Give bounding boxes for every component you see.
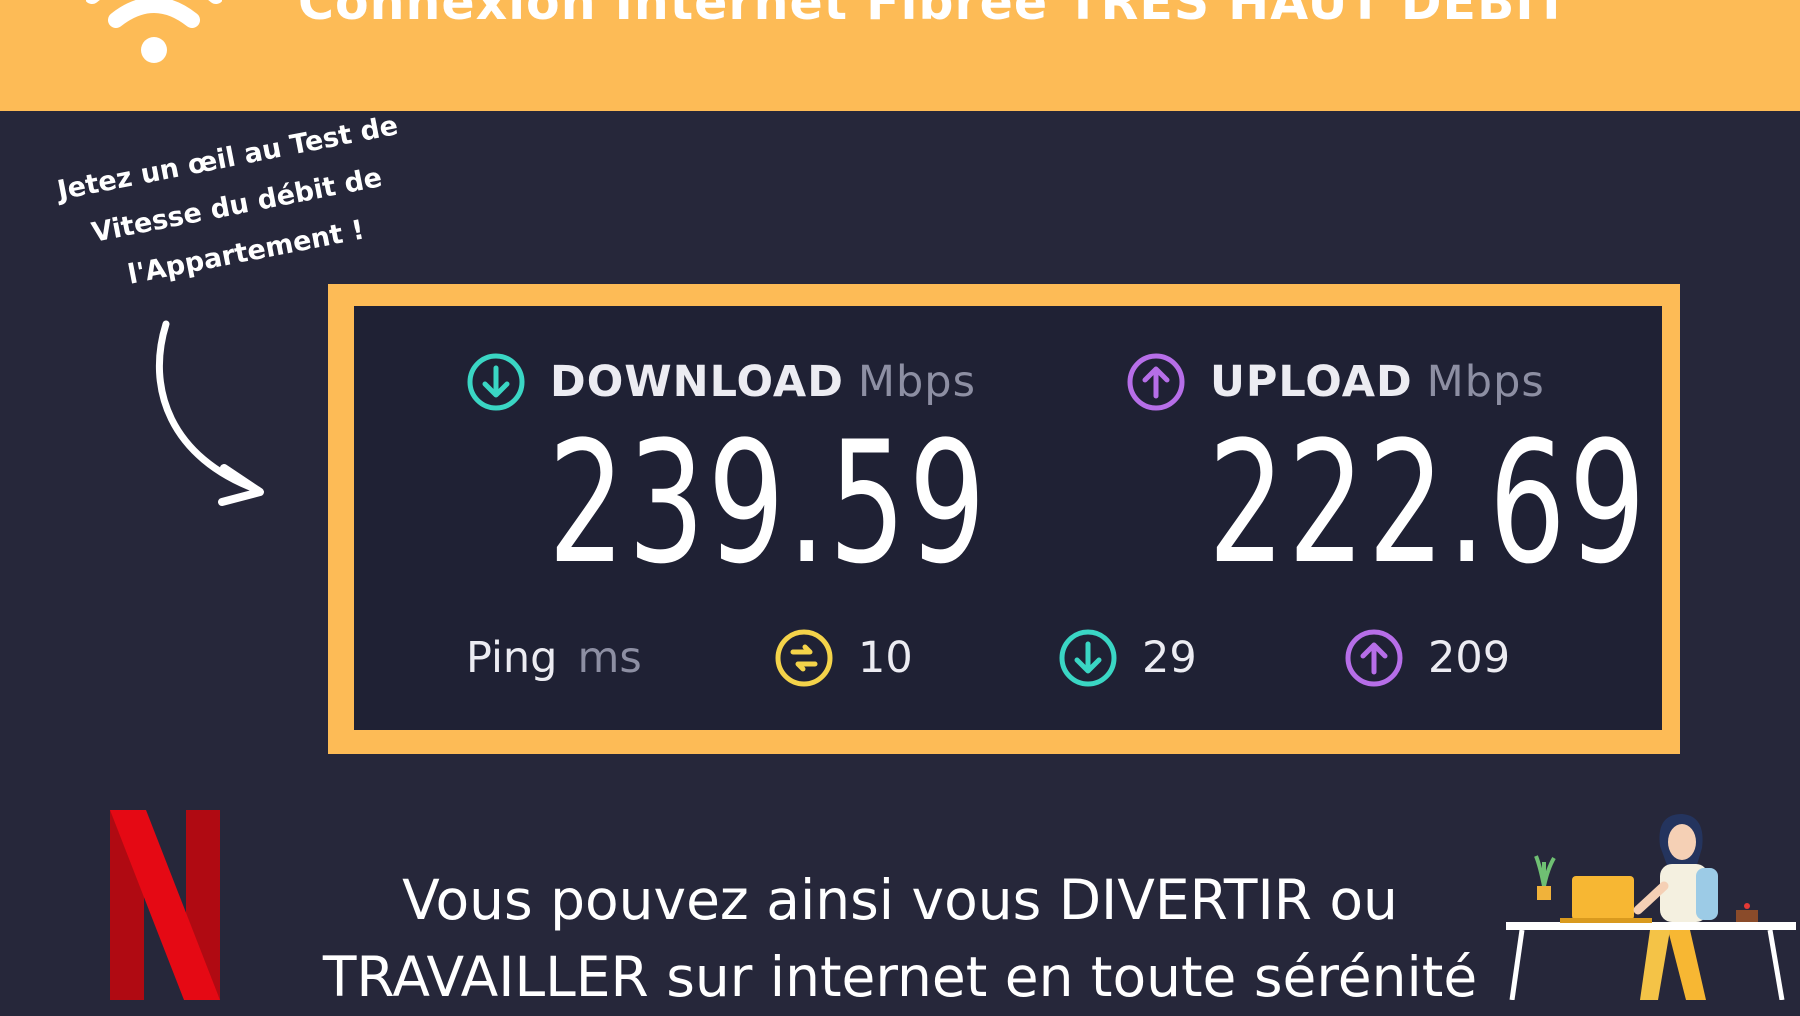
ping-label: Ping — [466, 633, 558, 683]
person-working-illustration — [1506, 814, 1796, 1000]
curved-arrow-icon — [156, 320, 264, 506]
upload-unit: Mbps — [1426, 357, 1545, 407]
upload-value: 222.69 — [1208, 405, 1649, 601]
ping-download-value: 29 — [1142, 633, 1197, 683]
upload-arrow-icon — [1345, 629, 1403, 687]
wifi-icon — [86, 0, 222, 63]
speedtest-note: Jetez un œil au Test de Vitesse du débit… — [42, 100, 433, 312]
header-bar: Connexion Internet Fibrée TRÈS HAUT DÉBI… — [0, 0, 1800, 111]
download-metric: DOWNLOAD Mbps — [466, 352, 976, 412]
tagline-line: TRAVAILLER sur internet en toute sérénit… — [322, 945, 1478, 1009]
download-arrow-icon — [467, 353, 525, 411]
tagline: Vous pouvez ainsi vous DIVERTIR ou TRAVA… — [250, 862, 1550, 1016]
netflix-logo — [110, 810, 220, 1000]
download-unit: Mbps — [857, 357, 976, 407]
upload-arrow-icon — [1127, 353, 1185, 411]
download-arrow-icon — [1059, 629, 1117, 687]
ping-idle-value: 10 — [858, 633, 913, 683]
tagline-line: Vous pouvez ainsi vous DIVERTIR ou — [402, 868, 1398, 932]
upload-metric: UPLOAD Mbps — [1126, 352, 1545, 412]
ping-download-stat: 29 — [1058, 628, 1197, 688]
ping-label-group: Ping ms — [466, 628, 642, 688]
ping-upload-stat: 209 — [1344, 628, 1510, 688]
ping-upload-value: 209 — [1428, 633, 1511, 683]
ping-unit: ms — [577, 633, 642, 683]
header-title: Connexion Internet Fibrée TRÈS HAUT DÉBI… — [298, 0, 1570, 31]
download-label: DOWNLOAD — [550, 357, 844, 407]
download-value: 239.59 — [548, 405, 989, 601]
ping-icon — [775, 629, 833, 687]
upload-label: UPLOAD — [1210, 357, 1413, 407]
ping-idle-stat: 10 — [774, 628, 913, 688]
